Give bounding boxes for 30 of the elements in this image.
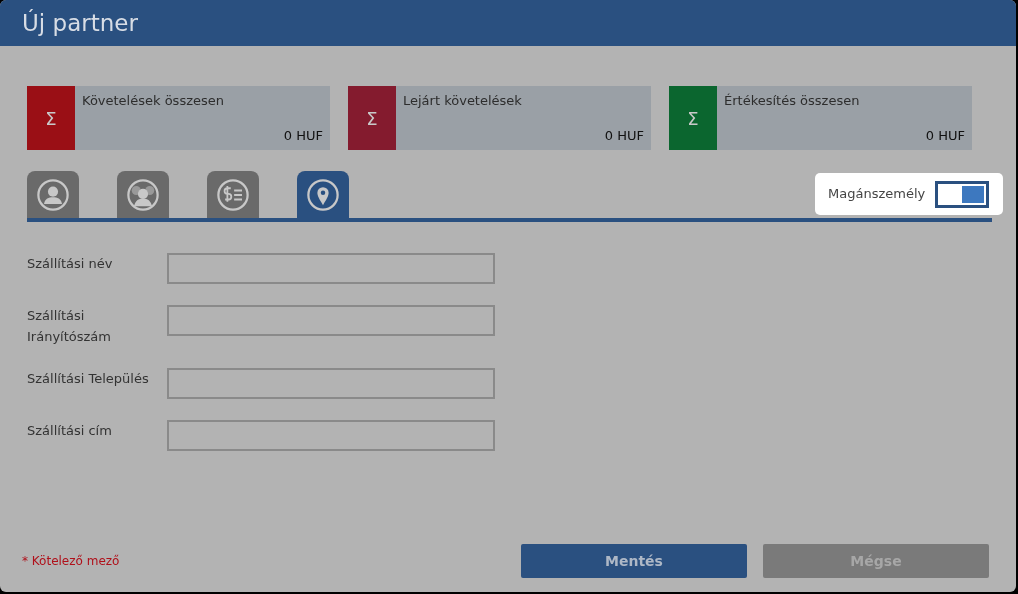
window-title: Új partner [22, 10, 138, 36]
dollar-list-icon [215, 176, 251, 213]
tab[interactable] [297, 171, 349, 218]
toggle-label: Magánszemély [828, 185, 926, 204]
field-label: Szállítási cím [27, 422, 113, 440]
field-label: Szállítási Település [27, 370, 150, 388]
input-field[interactable] [167, 420, 495, 451]
card-value: 0 HUF [925, 126, 965, 145]
group-icon [125, 176, 161, 213]
toggle-switch[interactable] [935, 180, 990, 208]
input-field[interactable] [167, 368, 495, 399]
card-value: 0 HUF [283, 126, 323, 145]
person-icon [35, 176, 71, 213]
card-value: 0 HUF [604, 126, 644, 145]
input-field[interactable] [167, 253, 495, 284]
map-pin-icon [305, 176, 341, 213]
card-label: Értékesítés összesen [724, 92, 861, 110]
sum-icon: Σ [27, 86, 75, 150]
save-button[interactable]: Mentés [521, 544, 747, 578]
field-label: Szállítási név [27, 255, 114, 273]
sum-icon: Σ [348, 86, 396, 150]
card-label: Követelések összesen [82, 92, 225, 110]
sum-icon: Σ [669, 86, 717, 150]
input-field[interactable] [167, 305, 495, 336]
required-note: * Kötelező mező [22, 553, 121, 570]
tab[interactable] [207, 171, 259, 218]
tab[interactable] [117, 171, 169, 218]
tab[interactable] [27, 171, 79, 218]
field-label: Szállítási Irányítószám [27, 307, 112, 346]
card-label: Lejárt követelések [403, 92, 523, 110]
